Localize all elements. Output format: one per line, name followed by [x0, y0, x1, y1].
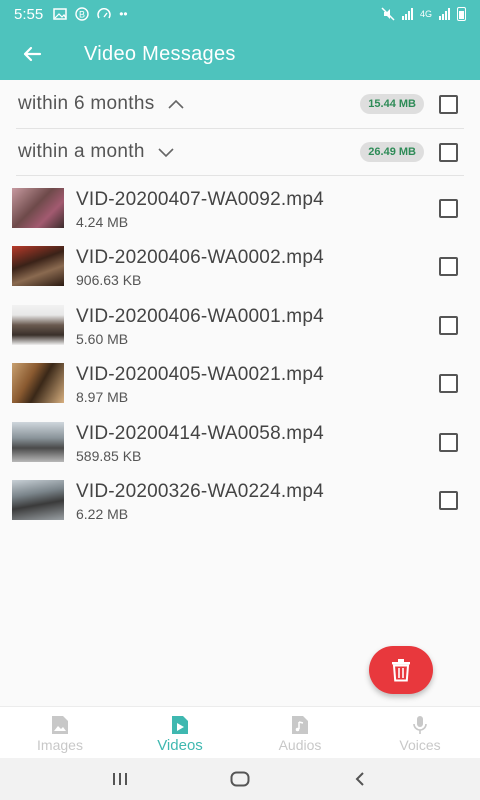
- file-name: VID-20200406-WA0001.mp4: [76, 306, 324, 327]
- list-item[interactable]: VID-20200326-WA0224.mp4 6.22 MB: [0, 472, 480, 530]
- file-name: VID-20200407-WA0092.mp4: [76, 189, 324, 210]
- divider: [16, 175, 464, 176]
- file-name: VID-20200326-WA0224.mp4: [76, 481, 324, 502]
- file-size: 4.24 MB: [76, 214, 129, 230]
- home-button[interactable]: [220, 759, 260, 799]
- video-thumbnail: [12, 363, 64, 403]
- microphone-icon: [413, 716, 427, 734]
- status-time: 5:55: [14, 5, 44, 23]
- group-title: within a month: [18, 141, 145, 162]
- network-type: 4G: [419, 9, 432, 19]
- system-navigation-bar: [0, 758, 480, 800]
- list-item[interactable]: VID-20200406-WA0001.mp4 5.60 MB: [0, 297, 480, 355]
- list-item[interactable]: VID-20200407-WA0092.mp4 4.24 MB: [0, 180, 480, 238]
- file-name: VID-20200406-WA0002.mp4: [76, 247, 324, 268]
- group-select-checkbox[interactable]: [439, 94, 458, 114]
- group-title: within 6 months: [18, 93, 155, 114]
- audio-file-icon: [292, 716, 308, 734]
- item-checkbox[interactable]: [439, 316, 458, 335]
- group-header-within-a-month[interactable]: within a month 26.49 MB: [0, 128, 480, 176]
- b-icon: B: [75, 7, 89, 21]
- recent-apps-button[interactable]: [100, 759, 140, 799]
- tab-label: Audios: [278, 737, 322, 753]
- file-size: 5.60 MB: [76, 331, 129, 347]
- file-name: VID-20200405-WA0021.mp4: [76, 364, 324, 385]
- arrow-left-icon: [23, 46, 42, 62]
- battery-icon: [457, 7, 466, 21]
- file-size: 8.97 MB: [76, 389, 129, 405]
- chevron-down-icon[interactable]: [155, 141, 177, 163]
- svg-text:B: B: [79, 10, 85, 20]
- file-name: VID-20200414-WA0058.mp4: [76, 423, 324, 444]
- video-file-icon: [172, 716, 188, 734]
- video-thumbnail: [12, 188, 64, 228]
- item-checkbox[interactable]: [439, 199, 458, 218]
- signal-icon: [401, 8, 413, 20]
- bottom-navigation: Images Videos Audios Voices: [0, 706, 480, 758]
- item-checkbox[interactable]: [439, 491, 458, 510]
- item-checkbox[interactable]: [439, 257, 458, 276]
- tab-images[interactable]: Images: [0, 707, 120, 758]
- system-back-button[interactable]: [340, 759, 380, 799]
- tab-audios[interactable]: Audios: [240, 707, 360, 758]
- item-checkbox[interactable]: [439, 374, 458, 393]
- status-notification-icons: B ••: [53, 7, 128, 21]
- video-thumbnail: [12, 246, 64, 286]
- video-thumbnail: [12, 305, 64, 345]
- delete-button[interactable]: [369, 646, 433, 694]
- item-checkbox[interactable]: [439, 433, 458, 452]
- tab-label: Videos: [157, 737, 203, 754]
- group-header-within-6-months[interactable]: within 6 months 15.44 MB: [0, 80, 480, 128]
- gauge-icon: [97, 8, 111, 19]
- group-select-checkbox[interactable]: [439, 142, 458, 162]
- signal-icon: [439, 8, 450, 20]
- file-size: 906.63 KB: [76, 272, 142, 288]
- page-title: Video Messages: [84, 42, 236, 65]
- tab-label: Images: [37, 737, 83, 753]
- chevron-left-icon: [355, 772, 364, 786]
- group-size-badge: 26.49 MB: [360, 142, 424, 162]
- list-item[interactable]: VID-20200405-WA0021.mp4 8.97 MB: [0, 355, 480, 413]
- gallery-icon: [53, 8, 67, 20]
- image-file-icon: [52, 716, 68, 734]
- file-size: 6.22 MB: [76, 506, 129, 522]
- back-button[interactable]: [0, 28, 64, 80]
- home-icon: [230, 771, 250, 787]
- tab-label: Voices: [399, 737, 441, 753]
- trash-icon: [392, 659, 410, 682]
- list-item[interactable]: VID-20200406-WA0002.mp4 906.63 KB: [0, 238, 480, 296]
- mute-icon: [381, 7, 395, 21]
- tab-videos[interactable]: Videos: [120, 707, 240, 758]
- app-toolbar: Video Messages: [0, 28, 480, 80]
- group-size-badge: 15.44 MB: [360, 94, 424, 114]
- status-system-icons: 4G: [381, 7, 466, 21]
- recent-apps-icon: [113, 773, 127, 785]
- more-dots-icon: ••: [119, 7, 128, 21]
- video-thumbnail: [12, 422, 64, 462]
- video-thumbnail: [12, 480, 64, 520]
- file-size: 589.85 KB: [76, 448, 142, 464]
- list-item[interactable]: VID-20200414-WA0058.mp4 589.85 KB: [0, 414, 480, 472]
- tab-voices[interactable]: Voices: [360, 707, 480, 758]
- chevron-up-icon[interactable]: [165, 93, 187, 115]
- status-bar: 5:55 B •• 4G: [0, 0, 480, 28]
